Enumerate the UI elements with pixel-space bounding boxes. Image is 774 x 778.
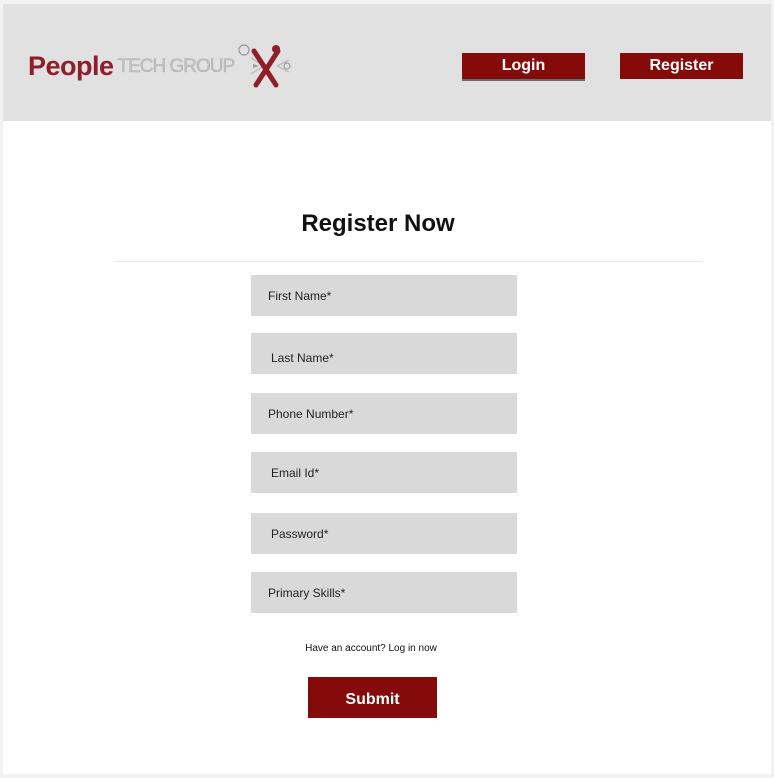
- page-title: Register Now: [301, 210, 455, 237]
- password-field[interactable]: Password*: [251, 513, 517, 554]
- header-login-button[interactable]: Login: [462, 53, 585, 79]
- site-header: People TECH GROUP Login Register: [3, 4, 771, 121]
- logo-x-mark-icon: [238, 44, 291, 88]
- phone-number-field[interactable]: Phone Number*: [251, 393, 517, 434]
- login-prompt-link[interactable]: Have an account? Log in now: [3, 643, 739, 654]
- email-field[interactable]: Email Id*: [251, 452, 517, 493]
- first-name-field[interactable]: First Name*: [251, 275, 517, 316]
- page-frame: People TECH GROUP Login Register Registe…: [3, 4, 771, 774]
- company-logo[interactable]: People TECH GROUP: [28, 44, 292, 88]
- header-register-button[interactable]: Register: [620, 53, 743, 79]
- logo-text-tech-group: TECH GROUP: [117, 55, 235, 77]
- last-name-field[interactable]: Last Name*: [251, 333, 517, 374]
- submit-button[interactable]: Submit: [308, 677, 437, 718]
- logo-text-people: People: [28, 50, 114, 81]
- primary-skills-field[interactable]: Primary Skills*: [251, 572, 517, 613]
- title-divider: [115, 261, 702, 262]
